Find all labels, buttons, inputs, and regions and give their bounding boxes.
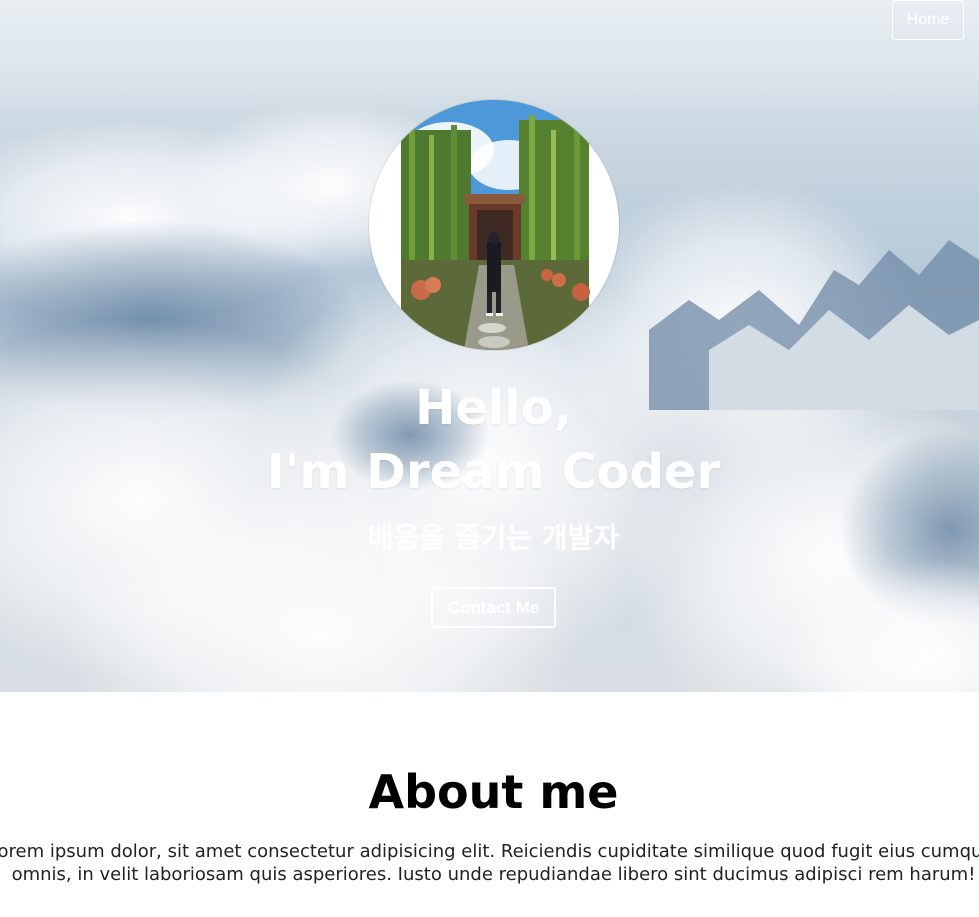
greeting-line-2: I'm Dream Coder bbox=[266, 444, 721, 500]
greeting-line-1: Hello, bbox=[415, 380, 572, 436]
contact-me-button[interactable]: Contact Me bbox=[431, 587, 556, 628]
home-section: Home Hello, I'm Dream Coder 배움을 즐기는 개발자 … bbox=[0, 0, 979, 692]
avatar bbox=[369, 100, 619, 350]
avatar-photo bbox=[401, 100, 590, 350]
navbar-home-button[interactable]: Home bbox=[892, 0, 964, 40]
about-description: Lorem ipsum dolor, sit amet consectetur … bbox=[0, 841, 979, 885]
hero-title: Hello, I'm Dream Coder bbox=[0, 376, 979, 504]
about-title: About me bbox=[368, 765, 619, 819]
hero-description: 배움을 즐기는 개발자 bbox=[367, 521, 620, 554]
sky-band bbox=[0, 0, 979, 110]
